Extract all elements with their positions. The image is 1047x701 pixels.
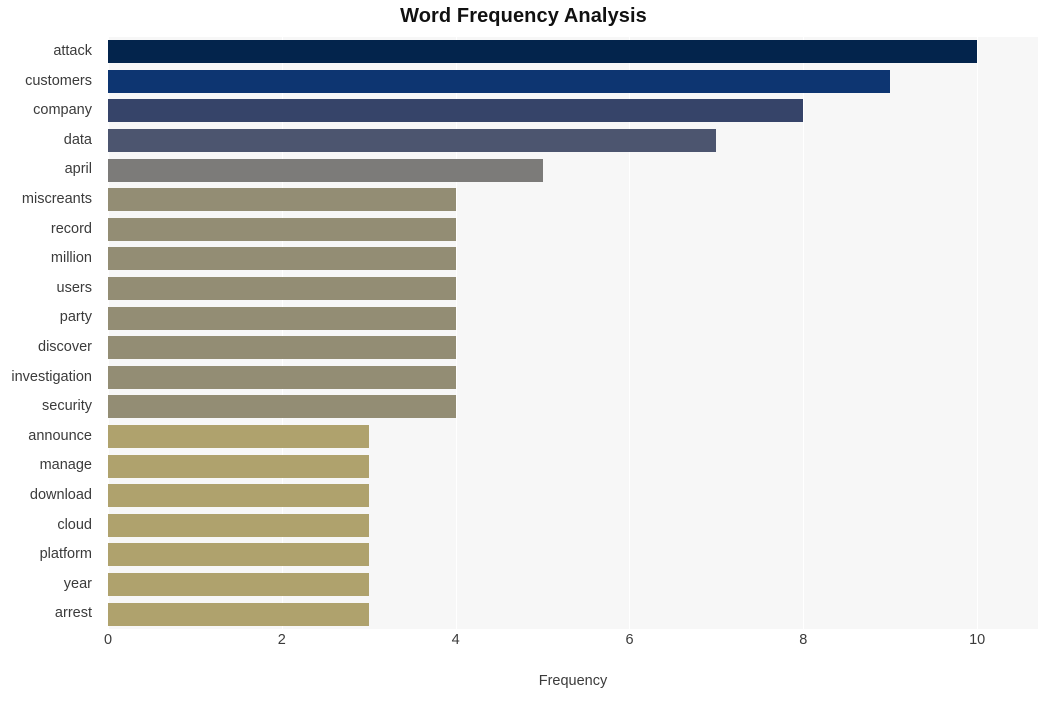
- bar-row: [108, 274, 1038, 304]
- bar-row: [108, 185, 1038, 215]
- bar[interactable]: [108, 247, 456, 271]
- y-axis-tick-label: miscreants: [21, 190, 92, 207]
- bar[interactable]: [108, 454, 369, 478]
- x-axis-label: Frequency: [538, 673, 608, 689]
- bar-row: [108, 303, 1038, 333]
- bar[interactable]: [108, 69, 891, 93]
- y-axis-tick-label: customers: [25, 72, 92, 89]
- y-axis-tick-label: april: [64, 161, 92, 178]
- bar[interactable]: [108, 543, 369, 567]
- bar[interactable]: [108, 365, 456, 389]
- bar[interactable]: [108, 158, 543, 182]
- y-axis-tick-label: arrest: [54, 605, 92, 622]
- bar-row: [108, 481, 1038, 511]
- bar-row: [108, 599, 1038, 629]
- y-axis-tick-label: record: [50, 220, 92, 237]
- bar-row: [108, 422, 1038, 452]
- bar-row: [108, 392, 1038, 422]
- bar-row: [108, 363, 1038, 393]
- bar-row: [108, 215, 1038, 245]
- bar-row: [108, 244, 1038, 274]
- y-axis-tick-label: cloud: [57, 516, 92, 533]
- x-axis-tick-label: 10: [969, 632, 986, 648]
- bar[interactable]: [108, 395, 456, 419]
- y-axis-tick-label: download: [29, 486, 92, 503]
- y-axis-tick-label: manage: [39, 457, 92, 474]
- bar[interactable]: [108, 188, 456, 212]
- bar[interactable]: [108, 277, 456, 301]
- chart-title: Word Frequency Analysis: [400, 5, 647, 27]
- bar-row: [108, 96, 1038, 126]
- bar[interactable]: [108, 129, 717, 153]
- plot-area: [108, 37, 1038, 629]
- y-axis-tick-label: data: [63, 131, 92, 148]
- bar[interactable]: [108, 425, 369, 449]
- y-axis-tick-label: security: [42, 398, 92, 415]
- x-axis-tick-label: 4: [451, 632, 460, 648]
- bar[interactable]: [108, 40, 978, 64]
- bar[interactable]: [108, 99, 804, 123]
- bar-row: [108, 155, 1038, 185]
- bar-row: [108, 67, 1038, 97]
- x-axis-tick-label: 6: [625, 632, 634, 648]
- y-axis-tick-label: year: [63, 575, 92, 592]
- y-axis-tick-label: company: [33, 102, 92, 119]
- bar-row: [108, 511, 1038, 541]
- y-axis-tick-label: party: [59, 309, 92, 326]
- y-axis-tick-label: attack: [53, 43, 92, 59]
- y-axis-tick-label: users: [56, 279, 92, 296]
- y-axis-tick-label: announce: [28, 427, 92, 444]
- bar[interactable]: [108, 217, 456, 241]
- bar-row: [108, 37, 1038, 67]
- bar[interactable]: [108, 484, 369, 508]
- x-axis-tick-label: 2: [277, 632, 286, 648]
- y-axis-tick-label: million: [50, 250, 92, 267]
- bar-row: [108, 540, 1038, 570]
- bar-row: [108, 451, 1038, 481]
- bar[interactable]: [108, 602, 369, 626]
- bar-row: [108, 126, 1038, 156]
- bar-rows: [108, 37, 1038, 629]
- y-axis-tick-label: platform: [39, 546, 92, 563]
- x-axis-tick-label: 8: [799, 632, 808, 648]
- y-axis-tick-label: discover: [38, 338, 92, 355]
- bar[interactable]: [108, 336, 456, 360]
- bar-row: [108, 570, 1038, 600]
- y-axis-tick-label: investigation: [11, 368, 92, 385]
- bar-row: [108, 333, 1038, 363]
- bar[interactable]: [108, 306, 456, 330]
- bar[interactable]: [108, 572, 369, 596]
- y-axis-labels: attack customers company data april miscreant…: [0, 37, 100, 629]
- bar[interactable]: [108, 513, 369, 537]
- chart-figure: Word Frequency Analysis attack customers c…: [0, 0, 1047, 701]
- x-axis-ticks: 0 2 4 6 8 10: [104, 629, 1038, 659]
- x-axis-tick-label: 0: [103, 632, 113, 648]
